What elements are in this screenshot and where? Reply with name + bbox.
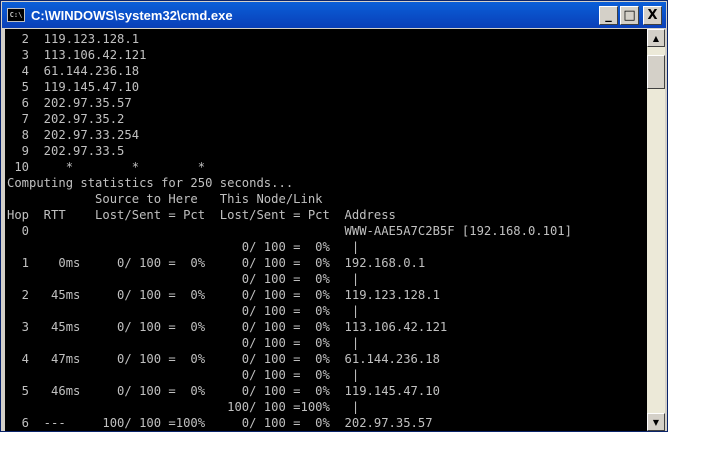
- console-line: 4 61.144.236.18: [7, 64, 140, 78]
- title-bar[interactable]: C:\ C:\WINDOWS\system32\cmd.exe _ □ X: [2, 2, 666, 28]
- cmd-app-icon[interactable]: C:\: [7, 8, 25, 22]
- console-line: 0/ 100 = 0% |: [7, 368, 360, 382]
- console-line: 8 202.97.33.254: [7, 128, 140, 142]
- console-line: 6 --- 100/ 100 =100% 0/ 100 = 0% 202.97.…: [7, 416, 433, 430]
- console-line: Hop RTT Lost/Sent = Pct Lost/Sent = Pct …: [7, 208, 396, 222]
- window-title: C:\WINDOWS\system32\cmd.exe: [31, 7, 233, 23]
- vertical-scrollbar[interactable]: ▲ ▼: [647, 29, 665, 431]
- console-line: 0/ 100 = 0% |: [7, 304, 360, 318]
- console-line: 5 46ms 0/ 100 = 0% 0/ 100 = 0% 119.145.4…: [7, 384, 440, 398]
- scroll-down-button[interactable]: ▼: [647, 413, 665, 431]
- console-line: 0 WWW-AAE5A7C2B5F [192.168.0.101]: [7, 224, 572, 238]
- scroll-up-button[interactable]: ▲: [647, 29, 665, 47]
- console-lines: 2 119.123.128.1 3 113.106.42.121 4 61.14…: [7, 31, 572, 431]
- window-controls: _ □ X: [599, 5, 662, 25]
- console-line: 10 * * *: [7, 160, 206, 174]
- minimize-button[interactable]: _: [599, 5, 618, 25]
- console-line: 4 47ms 0/ 100 = 0% 0/ 100 = 0% 61.144.23…: [7, 352, 440, 366]
- console-line: 9 202.97.33.5: [7, 144, 125, 158]
- cmd-window: C:\ C:\WINDOWS\system32\cmd.exe _ □ X 2 …: [0, 0, 668, 432]
- console-line: 7 202.97.35.2: [7, 112, 125, 126]
- console-line: 5 119.145.47.10: [7, 80, 140, 94]
- console-output[interactable]: 2 119.123.128.1 3 113.106.42.121 4 61.14…: [5, 29, 647, 431]
- console-line: 3 45ms 0/ 100 = 0% 0/ 100 = 0% 113.106.4…: [7, 320, 448, 334]
- console-line: Source to Here This Node/Link: [7, 192, 323, 206]
- console-line: 1 0ms 0/ 100 = 0% 0/ 100 = 0% 192.168.0.…: [7, 256, 426, 270]
- console-line: Computing statistics for 250 seconds...: [7, 176, 294, 190]
- console-line: 0/ 100 = 0% |: [7, 336, 360, 350]
- console-line: 2 45ms 0/ 100 = 0% 0/ 100 = 0% 119.123.1…: [7, 288, 440, 302]
- console-line: 6 202.97.35.57: [7, 96, 132, 110]
- scroll-thumb[interactable]: [647, 55, 665, 89]
- console-line: 3 113.106.42.121: [7, 48, 147, 62]
- console-line: 100/ 100 =100% |: [7, 400, 360, 414]
- console-line: 2 119.123.128.1: [7, 32, 140, 46]
- close-button[interactable]: X: [643, 5, 662, 25]
- maximize-button[interactable]: □: [620, 5, 639, 25]
- console-line: 0/ 100 = 0% |: [7, 240, 360, 254]
- console-line: 0/ 100 = 0% |: [7, 272, 360, 286]
